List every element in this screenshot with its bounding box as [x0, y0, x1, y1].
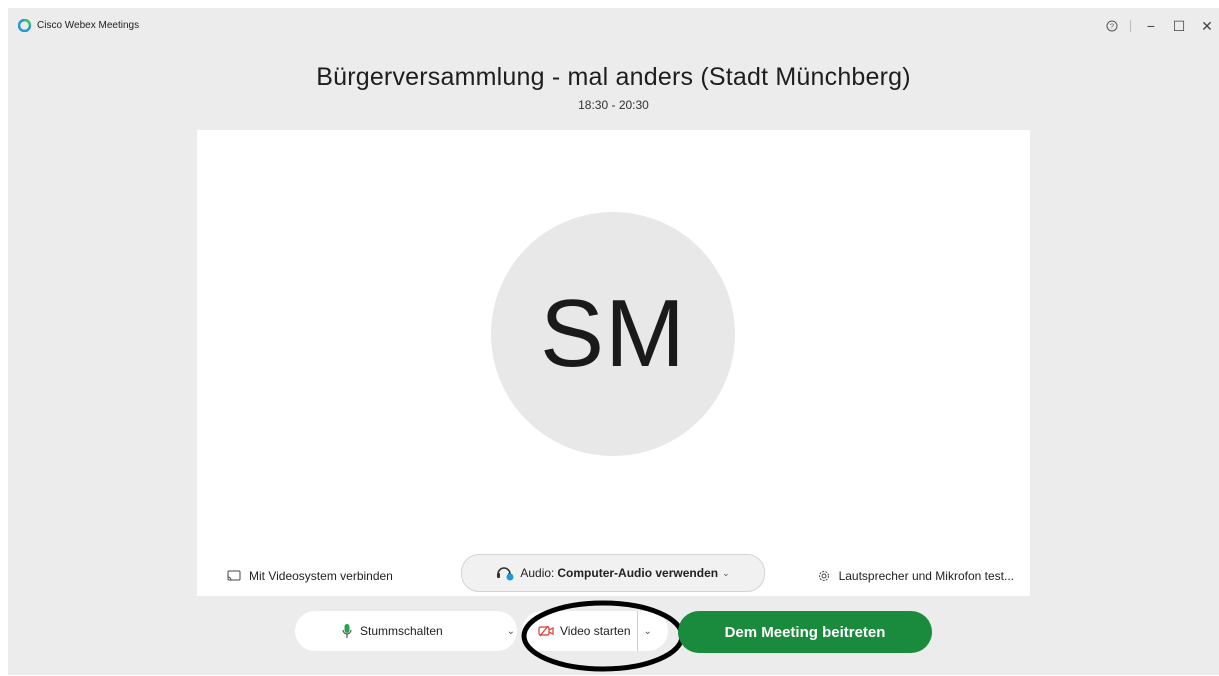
- window-controls: ? − ☐ ✕: [1096, 14, 1219, 38]
- help-icon[interactable]: ?: [1100, 14, 1124, 38]
- chevron-down-icon: ⌄: [722, 567, 730, 578]
- title-separator: [1130, 20, 1131, 32]
- audio-select-button[interactable]: Audio: Computer-Audio verwenden ⌄: [461, 554, 765, 592]
- gear-icon: [818, 571, 829, 581]
- speaker-mic-test-link[interactable]: Lautsprecher und Mikrofon test...: [817, 556, 1014, 596]
- mute-options-chevron-icon[interactable]: ⌄: [507, 626, 515, 637]
- connect-video-system-link[interactable]: Mit Videosystem verbinden: [227, 556, 393, 596]
- app-title: Cisco Webex Meetings: [37, 20, 140, 31]
- video-control: Video starten ⌄: [522, 611, 668, 651]
- webex-logo-icon: [18, 19, 31, 32]
- close-button[interactable]: ✕: [1195, 14, 1219, 38]
- microphone-icon: [342, 624, 352, 638]
- video-off-icon: [538, 625, 554, 637]
- start-video-label: Video starten: [560, 624, 631, 638]
- maximize-button[interactable]: ☐: [1167, 14, 1191, 38]
- audio-value: Computer-Audio verwenden: [557, 566, 719, 580]
- mute-label: Stummschalten: [360, 624, 443, 638]
- mute-button[interactable]: Stummschalten: [342, 623, 443, 639]
- svg-text:?: ?: [1110, 22, 1114, 31]
- minimize-button[interactable]: −: [1139, 14, 1163, 38]
- avatar: SM: [491, 212, 735, 456]
- meeting-title: Bürgerversammlung - mal anders (Stadt Mü…: [316, 63, 911, 91]
- join-meeting-button[interactable]: Dem Meeting beitreten: [678, 611, 932, 653]
- connect-video-system-label: Mit Videosystem verbinden: [249, 569, 393, 583]
- mute-control: Stummschalten ⌄: [295, 611, 517, 651]
- webex-window: Cisco Webex Meetings ? − ☐ ✕ Bürgerversa…: [8, 8, 1219, 675]
- start-video-button[interactable]: Video starten: [522, 611, 638, 651]
- screen-cast-icon: [227, 570, 241, 581]
- meeting-time: 18:30 - 20:30: [578, 98, 649, 112]
- audio-prefix: Audio:: [520, 566, 555, 580]
- speaker-mic-test-label: Lautsprecher und Mikrofon test...: [838, 569, 1014, 583]
- title-bar: Cisco Webex Meetings ? − ☐ ✕: [8, 8, 1219, 44]
- headset-icon: [497, 567, 514, 581]
- video-options-chevron-icon[interactable]: ⌄: [638, 626, 652, 637]
- video-preview-panel: SM Mit Videosystem verbinden Audio: Comp…: [197, 130, 1030, 596]
